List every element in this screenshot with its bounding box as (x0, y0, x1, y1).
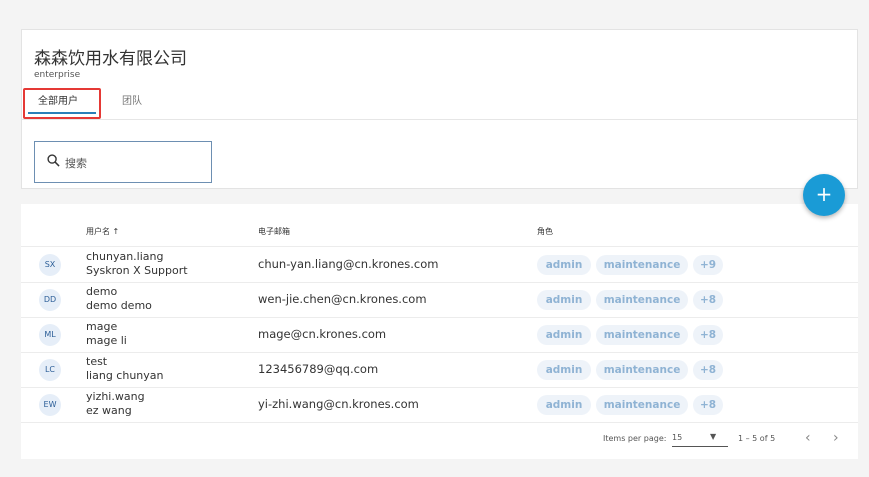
full-name: mage li (86, 334, 127, 347)
username: demo (86, 285, 118, 298)
table-row[interactable]: EW yizhi.wang ez wang yi-zhi.wang@cn.kro… (21, 387, 858, 423)
role-chip-maintenance: maintenance (596, 325, 688, 345)
username: chunyan.liang (86, 250, 164, 263)
role-chip-maintenance: maintenance (596, 395, 688, 415)
items-per-page-select[interactable]: 15 ▼ (672, 432, 728, 447)
column-header-email: 电子邮箱 (258, 227, 290, 236)
org-subtitle: enterprise (34, 70, 81, 80)
role-chip-maintenance: maintenance (596, 255, 688, 275)
tab-all-users[interactable]: 全部用户 (38, 92, 78, 107)
role-chip-admin: admin (537, 395, 591, 415)
search-placeholder: 搜索 (65, 157, 87, 170)
tab-bar: 全部用户 团队 (22, 86, 857, 120)
role-chip-admin: admin (537, 290, 591, 310)
page: 森森饮用水有限公司 enterprise 全部用户 团队 搜索 + 用户名 ↑ … (0, 0, 869, 477)
column-header-username[interactable]: 用户名 ↑ (86, 226, 119, 237)
username: test (86, 355, 108, 368)
full-name: Syskron X Support (86, 264, 188, 277)
email: chun-yan.liang@cn.krones.com (258, 257, 439, 271)
search-input[interactable]: 搜索 (34, 141, 212, 183)
avatar: EW (39, 394, 61, 416)
table-row[interactable]: DD demo demo demo wen-jie.chen@cn.krones… (21, 282, 858, 318)
role-chip-more[interactable]: +9 (693, 255, 723, 275)
previous-page-button[interactable]: ‹ (805, 430, 811, 446)
full-name: demo demo (86, 299, 152, 312)
email: 123456789@qq.com (258, 362, 379, 376)
role-chip-more[interactable]: +8 (693, 290, 723, 310)
column-header-role: 角色 (537, 227, 553, 236)
username: yizhi.wang (86, 390, 145, 403)
role-chip-maintenance: maintenance (596, 290, 688, 310)
role-chip-admin: admin (537, 360, 591, 380)
add-user-button[interactable]: + (803, 174, 845, 216)
caret-down-icon: ▼ (710, 432, 717, 441)
email: mage@cn.krones.com (258, 327, 387, 341)
full-name: liang chunyan (86, 369, 164, 382)
role-chip-admin: admin (537, 255, 591, 275)
role-chip-more[interactable]: +8 (693, 360, 723, 380)
role-chip-more[interactable]: +8 (693, 325, 723, 345)
items-per-page-label: Items per page: (603, 434, 667, 443)
active-tab-indicator (28, 112, 96, 114)
user-table: 用户名 ↑ 电子邮箱 角色 SX chunyan.liang Syskron X… (21, 204, 858, 459)
avatar: DD (39, 289, 61, 311)
page-range-label: 1 – 5 of 5 (738, 434, 776, 443)
table-row[interactable]: ML mage mage li mage@cn.krones.com admin… (21, 317, 858, 353)
table-row[interactable]: LC test liang chunyan 123456789@qq.com a… (21, 352, 858, 388)
email: wen-jie.chen@cn.krones.com (258, 292, 427, 306)
email: yi-zhi.wang@cn.krones.com (258, 397, 419, 411)
avatar: ML (39, 324, 61, 346)
search-icon (47, 154, 60, 167)
org-title: 森森饮用水有限公司 (34, 49, 187, 69)
tab-teams[interactable]: 团队 (122, 92, 142, 107)
next-page-button[interactable]: › (833, 430, 839, 446)
avatar: SX (39, 254, 61, 276)
paginator: Items per page: 15 ▼ 1 – 5 of 5 ‹ › (21, 430, 858, 450)
role-chip-admin: admin (537, 325, 591, 345)
role-chip-maintenance: maintenance (596, 360, 688, 380)
header-card: 森森饮用水有限公司 enterprise 全部用户 团队 搜索 (21, 29, 858, 189)
table-row[interactable]: SX chunyan.liang Syskron X Support chun-… (21, 247, 858, 283)
full-name: ez wang (86, 404, 132, 417)
username: mage (86, 320, 118, 333)
role-chip-more[interactable]: +8 (693, 395, 723, 415)
avatar: LC (39, 359, 61, 381)
table-header: 用户名 ↑ 电子邮箱 角色 (21, 216, 858, 247)
items-per-page-value: 15 (672, 433, 683, 442)
